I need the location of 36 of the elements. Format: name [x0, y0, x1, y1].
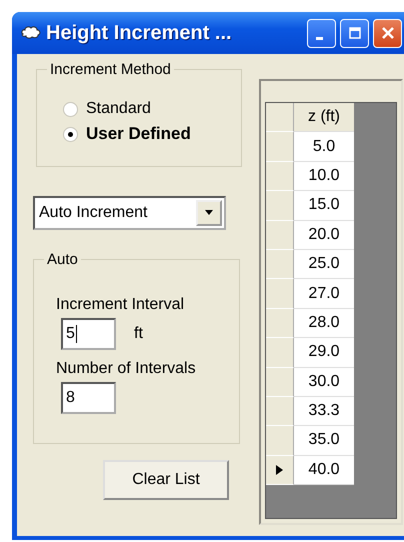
column-header[interactable]: z (ft): [294, 103, 354, 132]
radio-label[interactable]: User Defined: [86, 124, 191, 144]
table-cell[interactable]: 40.0: [294, 456, 354, 486]
table-cell[interactable]: 28.0: [294, 308, 354, 338]
field-label: Number of Intervals: [56, 360, 197, 378]
clear-list-button[interactable]: Clear List: [103, 460, 229, 500]
close-icon: [380, 25, 396, 41]
minimize-icon: [316, 37, 323, 40]
radio-label[interactable]: Standard: [86, 100, 151, 118]
dropdown-arrow-icon: [204, 210, 214, 216]
table-cell[interactable]: 20.0: [294, 220, 354, 250]
window-title: Height Increment ...: [46, 22, 232, 44]
table-cell[interactable]: 25.0: [294, 250, 354, 280]
corner-cell: [266, 103, 294, 132]
current-row-icon: [276, 464, 283, 475]
table-cell[interactable]: 5.0: [294, 132, 354, 162]
table-cell[interactable]: 10.0: [294, 162, 354, 192]
table-cell[interactable]: 15.0: [294, 191, 354, 221]
table-cell[interactable]: 30.0: [294, 368, 354, 397]
dropdown[interactable]: Auto Increment: [33, 196, 226, 230]
table-cell[interactable]: 35.0: [294, 426, 354, 456]
table-cell[interactable]: 27.0: [294, 279, 354, 309]
input-field[interactable]: 5: [61, 318, 116, 350]
unit-label: ft: [134, 325, 143, 343]
radio-button[interactable]: [63, 102, 78, 116]
minimize-button[interactable]: [307, 18, 336, 48]
close-button[interactable]: [373, 18, 402, 48]
table-cell[interactable]: 33.3: [294, 396, 354, 426]
input-field[interactable]: 8: [61, 382, 116, 414]
maximize-icon: [348, 26, 362, 40]
radio-button[interactable]: [63, 126, 78, 142]
row-header[interactable]: [266, 456, 294, 486]
table-cell[interactable]: 29.0: [294, 338, 354, 368]
cloud-icon: [20, 25, 42, 41]
maximize-button[interactable]: [340, 18, 369, 48]
field-label: Increment Interval: [56, 296, 186, 314]
